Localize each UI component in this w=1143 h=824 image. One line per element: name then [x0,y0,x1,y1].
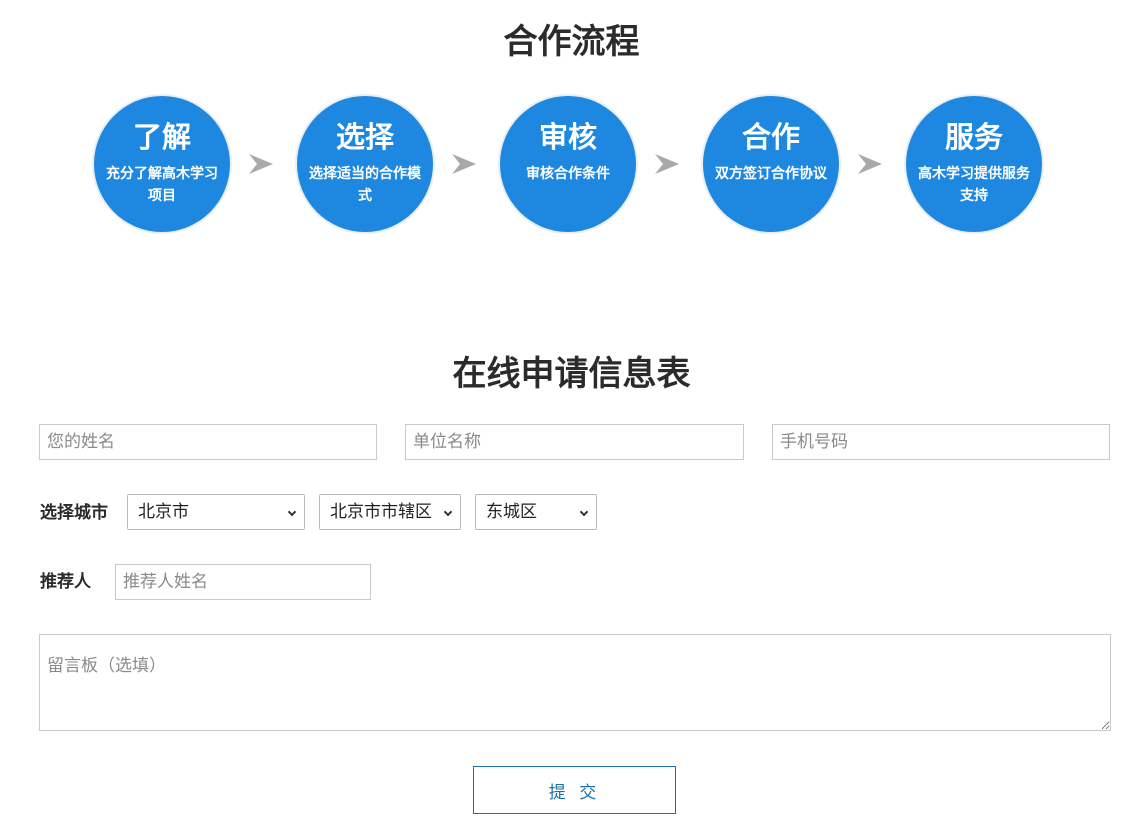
city-select[interactable]: 北京市市辖区 [319,494,461,530]
step-understand: 了解 充分了解高木学习项目 [94,96,230,232]
step-description: 双方签订合作协议 [715,166,827,182]
message-textarea[interactable] [39,634,1111,731]
chevron-down-icon [579,507,589,517]
district-select-value: 东城区 [486,502,537,522]
name-input[interactable] [39,424,377,460]
city-select-value: 北京市市辖区 [330,502,432,522]
step-description: 审核合作条件 [526,166,610,182]
arrow-right-icon [655,154,679,174]
submit-button[interactable]: 提 交 [473,766,676,814]
district-select[interactable]: 东城区 [475,494,597,530]
chevron-down-icon [443,507,453,517]
step-cooperate: 合作 双方签订合作协议 [703,96,839,232]
province-select[interactable]: 北京市 [127,494,305,530]
step-service: 服务 高木学习提供服务支持 [906,96,1042,232]
step-title: 审核 [538,120,597,154]
arrow-right-icon [452,154,476,174]
process-title: 合作流程 [503,22,640,62]
step-title: 合作 [741,120,800,154]
referrer-label: 推荐人 [40,572,91,592]
phone-input[interactable] [772,424,1110,460]
province-select-value: 北京市 [138,502,189,522]
referrer-input[interactable] [115,564,371,600]
company-input[interactable] [405,424,744,460]
city-label: 选择城市 [40,503,108,523]
step-title: 服务 [944,120,1003,154]
chevron-down-icon [287,507,297,517]
step-review: 审核 审核合作条件 [500,96,636,232]
form-title: 在线申请信息表 [452,354,691,394]
step-description: 选择适当的合作模式 [309,166,421,204]
arrow-right-icon [249,154,273,174]
process-steps: 了解 充分了解高木学习项目 选择 选择适当的合作模式 审核 审核合作条件 合作 … [0,96,1143,232]
step-description: 充分了解高木学习项目 [106,166,218,204]
step-description: 高木学习提供服务支持 [918,166,1030,204]
arrow-right-icon [858,154,882,174]
step-choose: 选择 选择适当的合作模式 [297,96,433,232]
step-title: 了解 [132,120,191,154]
step-title: 选择 [335,120,394,154]
